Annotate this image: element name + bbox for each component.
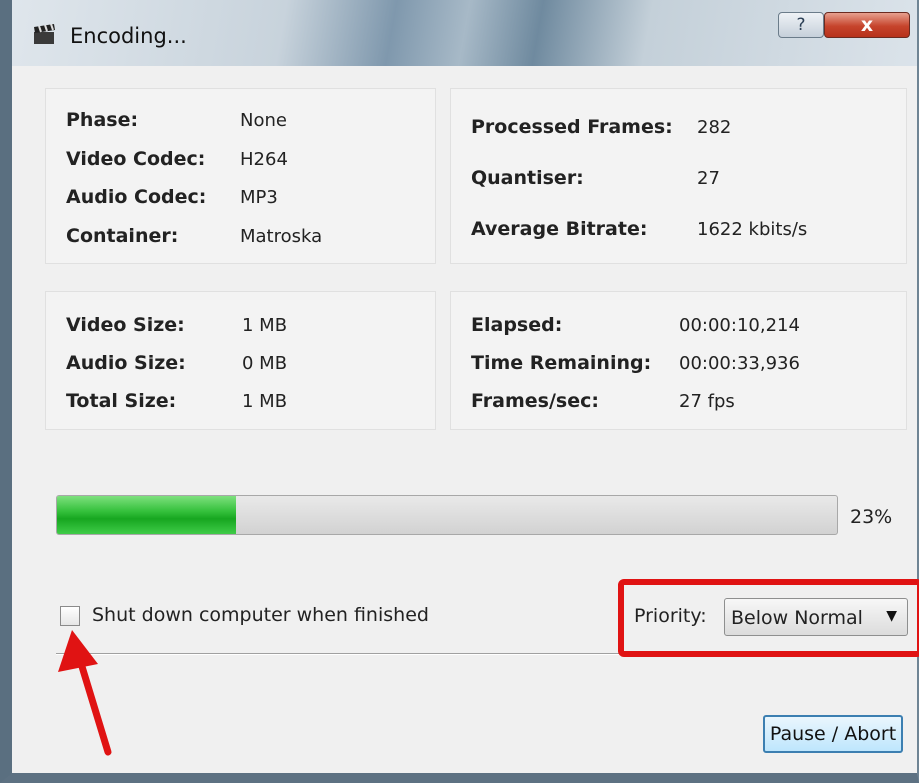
progress-fill (57, 496, 237, 534)
frames-per-sec-value: 27 fps (679, 391, 735, 412)
window-title: Encoding... (70, 24, 187, 48)
total-size-value: 1 MB (242, 391, 288, 412)
pause-abort-button[interactable]: Pause / Abort (763, 715, 903, 753)
average-bitrate-value: 1622 kbits/s (697, 219, 808, 240)
audio-codec-label: Audio Codec: (66, 186, 207, 208)
audio-size-label: Audio Size: (66, 352, 186, 374)
priority-dropdown[interactable]: Below Normal ▼ (724, 598, 908, 636)
red-arrow-icon (58, 630, 112, 756)
time-remaining-value: 00:00:33,936 (679, 353, 800, 374)
video-size-label: Video Size: (66, 314, 185, 336)
audio-size-value: 0 MB (242, 353, 288, 374)
elapsed-label: Elapsed: (471, 314, 563, 336)
processed-frames-label: Processed Frames: (471, 116, 673, 138)
chevron-down-icon: ▼ (886, 608, 897, 624)
close-button[interactable]: x (824, 12, 910, 38)
shutdown-checkbox[interactable] (60, 606, 80, 626)
shutdown-label[interactable]: Shut down computer when finished (92, 604, 429, 626)
close-icon: x (860, 14, 874, 36)
clapperboard-icon (34, 24, 55, 44)
quantiser-value: 27 (697, 168, 720, 189)
video-codec-label: Video Codec: (66, 148, 206, 170)
video-size-value: 1 MB (242, 315, 288, 336)
codec-info-panel: Phase: None Video Codec: H264 Audio Code… (45, 88, 436, 264)
video-codec-value: H264 (240, 149, 288, 170)
priority-label: Priority: (634, 605, 707, 627)
progress-percent: 23% (850, 506, 893, 528)
encoding-dialog: Encoding... ? x Phase: None Video Codec:… (0, 0, 919, 783)
phase-label: Phase: (66, 109, 139, 131)
help-button[interactable]: ? (778, 12, 824, 38)
title-bar[interactable]: Encoding... ? x (12, 0, 917, 66)
time-remaining-label: Time Remaining: (471, 352, 652, 374)
processed-frames-value: 282 (697, 117, 732, 138)
container-label: Container: (66, 225, 179, 247)
encoding-stats-panel: Processed Frames: 282 Quantiser: 27 Aver… (450, 88, 907, 264)
phase-value: None (240, 110, 287, 131)
average-bitrate-label: Average Bitrate: (471, 218, 648, 240)
priority-value: Below Normal (731, 607, 863, 629)
sizes-panel: Video Size: 1 MB Audio Size: 0 MB Total … (45, 291, 436, 430)
quantiser-label: Quantiser: (471, 167, 584, 189)
frames-per-sec-label: Frames/sec: (471, 390, 599, 412)
elapsed-value: 00:00:10,214 (679, 315, 800, 336)
progress-bar (56, 495, 838, 535)
container-value: Matroska (240, 226, 323, 247)
total-size-label: Total Size: (66, 390, 177, 412)
audio-codec-value: MP3 (240, 187, 278, 208)
help-icon: ? (796, 15, 806, 35)
timing-panel: Elapsed: 00:00:10,214 Time Remaining: 00… (450, 291, 907, 430)
